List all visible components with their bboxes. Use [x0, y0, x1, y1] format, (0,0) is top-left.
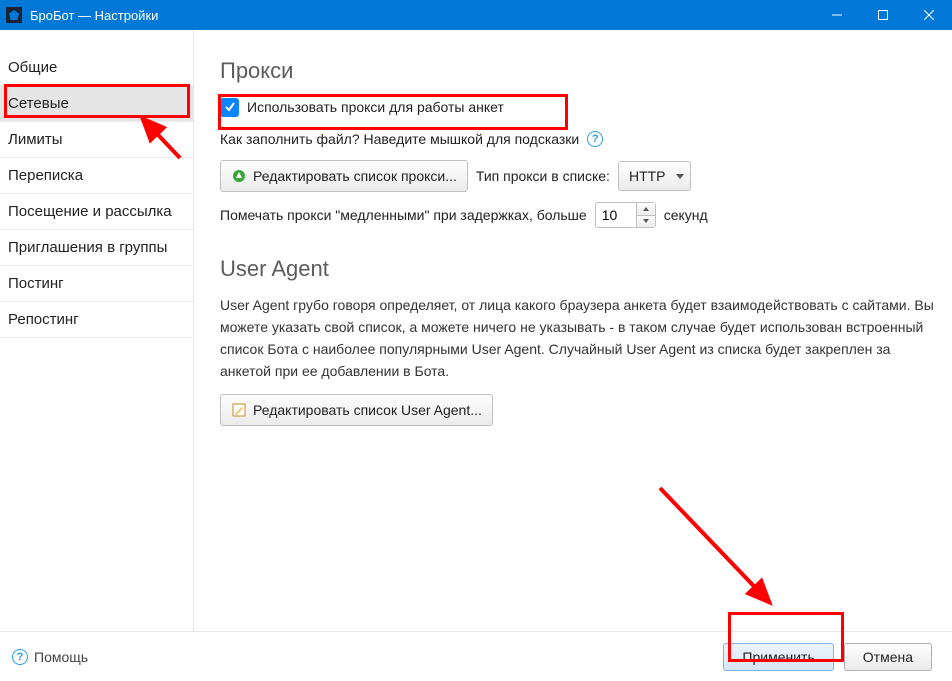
cancel-button[interactable]: Отмена [844, 643, 932, 671]
sidebar-item-label: Лимиты [8, 131, 63, 148]
edit-ua-list-button[interactable]: Редактировать список User Agent... [220, 394, 493, 426]
sidebar-item-limits[interactable]: Лимиты [0, 122, 193, 158]
close-button[interactable] [906, 0, 952, 30]
help-label: Помощь [34, 649, 88, 665]
proxy-type-select[interactable]: HTTP [618, 161, 691, 191]
use-proxy-checkbox[interactable] [220, 98, 239, 117]
edit-icon [231, 168, 247, 184]
sidebar-item-posting[interactable]: Постинг [0, 266, 193, 302]
slow-proxy-row: Помечать прокси "медленными" при задержк… [220, 202, 934, 228]
proxy-type-value: HTTP [629, 165, 666, 187]
minimize-button[interactable] [814, 0, 860, 30]
sidebar-item-group-invites[interactable]: Приглашения в группы [0, 230, 193, 266]
help-link[interactable]: ? Помощь [12, 649, 88, 665]
apply-button[interactable]: Применить [723, 643, 833, 671]
cancel-label: Отмена [863, 649, 913, 665]
sidebar-item-label: Приглашения в группы [8, 239, 167, 256]
slow-proxy-prefix: Помечать прокси "медленными" при задержк… [220, 204, 587, 226]
proxy-edit-row: Редактировать список прокси... Тип прокс… [220, 160, 934, 192]
use-proxy-label: Использовать прокси для работы анкет [247, 96, 504, 118]
maximize-button[interactable] [860, 0, 906, 30]
fill-file-hint-text: Как заполнить файл? Наведите мышкой для … [220, 128, 579, 150]
ua-description: User Agent грубо говоря определяет, от л… [220, 294, 934, 382]
app-icon [6, 7, 22, 23]
chevron-down-icon [676, 174, 684, 179]
help-icon: ? [12, 649, 28, 665]
use-proxy-row: Использовать прокси для работы анкет [220, 96, 934, 118]
edit-proxy-list-label: Редактировать список прокси... [253, 165, 457, 187]
dialog-footer: ? Помощь Применить Отмена [0, 631, 952, 681]
stepper-down-button[interactable] [637, 216, 655, 228]
sidebar-item-visit-send[interactable]: Посещение и рассылка [0, 194, 193, 230]
sidebar-item-label: Посещение и рассылка [8, 203, 172, 220]
edit-proxy-list-button[interactable]: Редактировать список прокси... [220, 160, 468, 192]
delay-seconds-stepper[interactable] [595, 202, 656, 228]
proxy-type-label: Тип прокси в списке: [476, 165, 610, 187]
delay-seconds-input[interactable] [596, 203, 636, 227]
edit-ua-list-label: Редактировать список User Agent... [253, 399, 482, 421]
sidebar-item-chat[interactable]: Переписка [0, 158, 193, 194]
window-controls [814, 0, 952, 30]
window-title: БроБот — Настройки [30, 8, 158, 23]
sidebar-item-label: Постинг [8, 275, 64, 292]
sidebar-item-label: Общие [8, 59, 57, 76]
sidebar-item-label: Сетевые [8, 95, 69, 112]
sidebar-item-reposting[interactable]: Репостинг [0, 302, 193, 338]
seconds-suffix: секунд [664, 204, 708, 226]
ua-section-title: User Agent [220, 256, 934, 282]
stepper-buttons [636, 203, 655, 227]
main-area: Общие Сетевые Лимиты Переписка Посещение… [0, 30, 952, 631]
ua-edit-row: Редактировать список User Agent... [220, 394, 934, 426]
settings-content: Прокси Использовать прокси для работы ан… [194, 30, 952, 631]
stepper-up-button[interactable] [637, 203, 655, 216]
fill-file-hint-row: Как заполнить файл? Наведите мышкой для … [220, 128, 934, 150]
proxy-section-title: Прокси [220, 58, 934, 84]
help-icon[interactable]: ? [587, 131, 603, 147]
edit-icon [231, 402, 247, 418]
settings-sidebar: Общие Сетевые Лимиты Переписка Посещение… [0, 30, 194, 631]
sidebar-item-label: Репостинг [8, 311, 79, 328]
title-bar: БроБот — Настройки [0, 0, 952, 30]
sidebar-item-network[interactable]: Сетевые [0, 86, 193, 122]
apply-label: Применить [742, 649, 814, 665]
sidebar-item-general[interactable]: Общие [0, 50, 193, 86]
sidebar-item-label: Переписка [8, 167, 83, 184]
